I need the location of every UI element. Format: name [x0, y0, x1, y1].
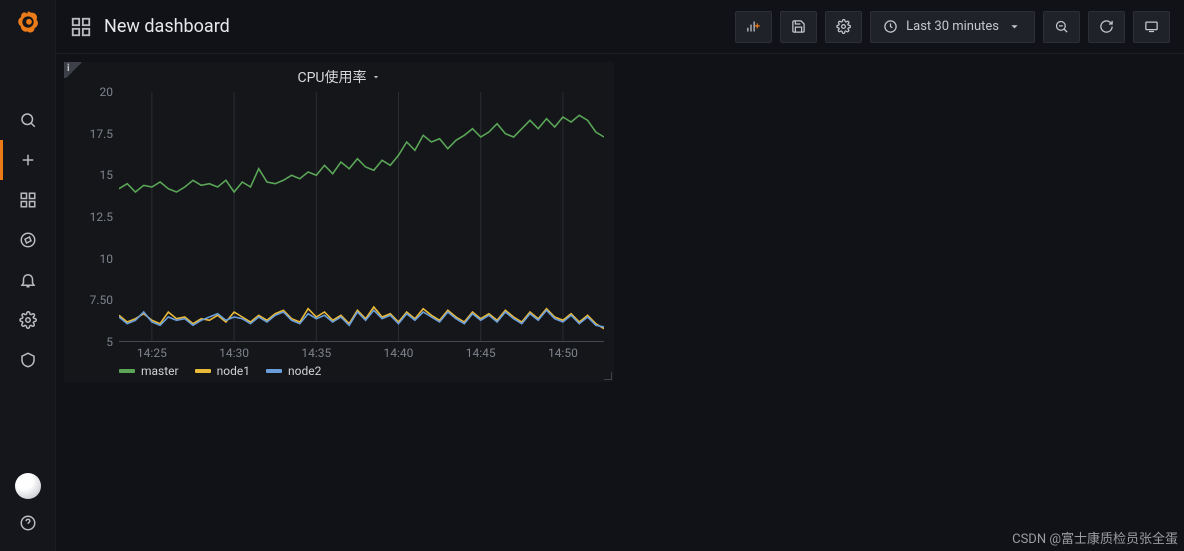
- settings-button[interactable]: [825, 11, 862, 43]
- search-icon[interactable]: [0, 100, 56, 140]
- explore-icon[interactable]: [0, 220, 56, 260]
- legend-item-node2[interactable]: node2: [266, 364, 321, 378]
- legend-item-node1[interactable]: node1: [195, 364, 250, 378]
- avatar[interactable]: [15, 473, 41, 499]
- refresh-button[interactable]: [1088, 11, 1125, 43]
- panels-icon[interactable]: [70, 16, 92, 38]
- topbar: New dashboard Last 30 minutes: [56, 0, 1184, 54]
- dashboards-icon[interactable]: [0, 180, 56, 220]
- panel-title[interactable]: CPU使用率: [297, 67, 380, 87]
- resize-handle[interactable]: [602, 370, 612, 380]
- help-icon[interactable]: [0, 503, 56, 543]
- panel-cpu-usage: i CPU使用率 57.501012.51517.520 14:2514:301…: [64, 62, 614, 382]
- time-range-label: Last 30 minutes: [906, 19, 999, 34]
- alerting-icon[interactable]: [0, 260, 56, 300]
- configuration-icon[interactable]: [0, 300, 56, 340]
- legend: master node1 node2: [119, 362, 321, 380]
- legend-item-master[interactable]: master: [119, 364, 179, 378]
- grafana-logo[interactable]: [12, 6, 44, 38]
- chevron-down-icon: [1007, 19, 1022, 34]
- chart-plot[interactable]: [119, 92, 604, 342]
- sidebar: [0, 0, 56, 551]
- create-icon[interactable]: [0, 140, 56, 180]
- server-admin-icon[interactable]: [0, 340, 56, 380]
- page-title[interactable]: New dashboard: [104, 16, 230, 37]
- save-button[interactable]: [780, 11, 817, 43]
- y-axis-labels: 57.501012.51517.520: [64, 92, 119, 342]
- time-range-picker[interactable]: Last 30 minutes: [870, 11, 1035, 43]
- cycle-view-button[interactable]: [1133, 11, 1170, 43]
- watermark: CSDN @富士康质检员张全蛋: [1012, 528, 1178, 547]
- add-panel-button[interactable]: [735, 11, 772, 43]
- x-axis-labels: 14:2514:3014:3514:4014:4514:50: [119, 346, 604, 360]
- zoom-out-button[interactable]: [1043, 11, 1080, 43]
- chevron-down-icon: [371, 72, 381, 82]
